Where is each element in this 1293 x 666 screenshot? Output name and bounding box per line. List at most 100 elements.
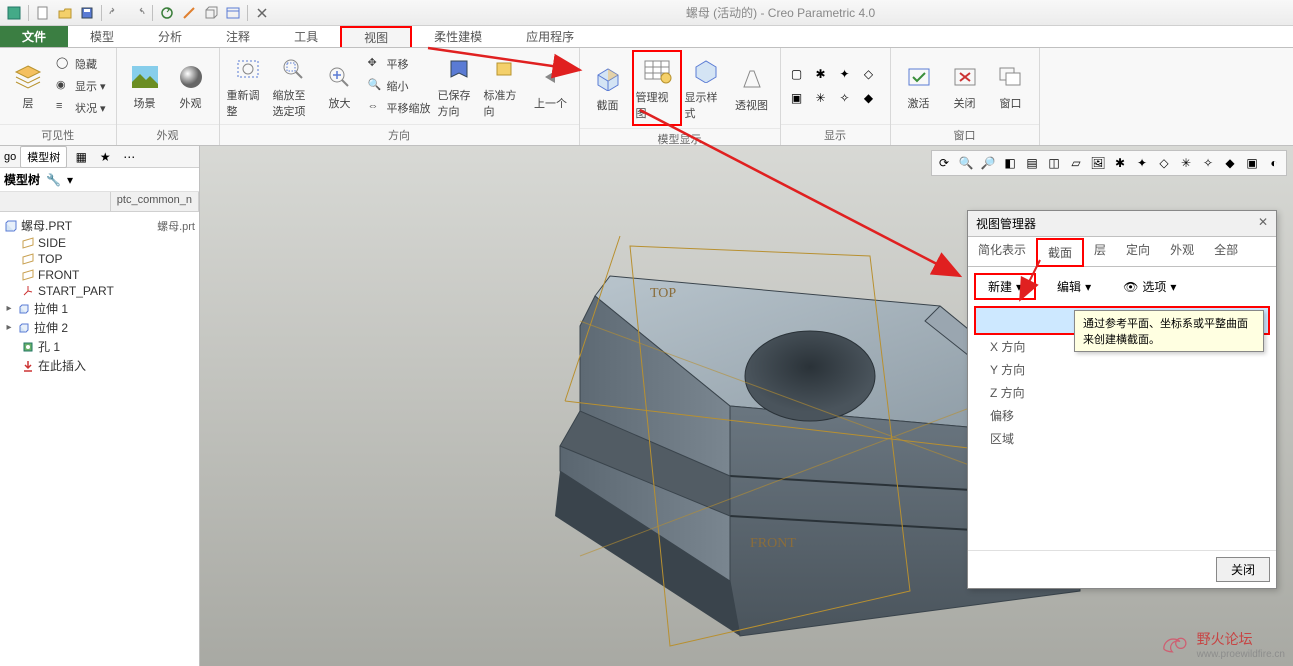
menu-z[interactable]: Z 方向 bbox=[978, 381, 1266, 404]
disp-icon-1[interactable]: ▢ bbox=[787, 64, 807, 84]
window-icon[interactable] bbox=[223, 3, 243, 23]
app-menu-icon[interactable] bbox=[4, 3, 24, 23]
disp-icon-5[interactable]: ▣ bbox=[787, 88, 807, 108]
disp-icon-3[interactable]: ✦ bbox=[835, 64, 855, 84]
layer-button[interactable]: 层 bbox=[6, 51, 50, 121]
disp-icon-8[interactable]: ◆ bbox=[859, 88, 879, 108]
tree-icon-2[interactable]: ★ bbox=[95, 147, 115, 167]
tree-node[interactable]: FRONT bbox=[2, 267, 197, 283]
menu-y[interactable]: Y 方向 bbox=[978, 358, 1266, 381]
vt-refit-icon[interactable]: ⟳ bbox=[934, 153, 954, 173]
undo-icon[interactable] bbox=[106, 3, 126, 23]
menu-offset[interactable]: 偏移 bbox=[978, 404, 1266, 427]
close-button[interactable]: 关闭 bbox=[943, 51, 987, 121]
saved-orient-button[interactable]: 已保存方向 bbox=[437, 51, 481, 121]
box-icon[interactable] bbox=[201, 3, 221, 23]
redo-icon[interactable] bbox=[128, 3, 148, 23]
sketch-icon[interactable] bbox=[179, 3, 199, 23]
shrink-button[interactable]: 🔍缩小 bbox=[364, 75, 435, 97]
std-orient-button[interactable]: 标准方向 bbox=[483, 51, 527, 121]
dialog-close-icon[interactable]: ✕ bbox=[1258, 215, 1268, 232]
pan-button[interactable]: ✥平移 bbox=[364, 53, 435, 75]
new-button[interactable]: 新建▾ bbox=[974, 273, 1036, 300]
scene-button[interactable]: 场景 bbox=[123, 51, 167, 121]
vt-d6-icon[interactable]: ◆ bbox=[1220, 153, 1240, 173]
tab-flexible[interactable]: 柔性建模 bbox=[412, 26, 504, 47]
vt-d7-icon[interactable]: ▣ bbox=[1242, 153, 1262, 173]
vt-d2-icon[interactable]: ✦ bbox=[1132, 153, 1152, 173]
tab-view[interactable]: 视图 bbox=[340, 26, 412, 47]
menu-region[interactable]: 区域 bbox=[978, 427, 1266, 450]
tree-icon-3[interactable]: ⋯ bbox=[119, 147, 139, 167]
new-icon[interactable] bbox=[33, 3, 53, 23]
vt-orient-icon[interactable]: ◧ bbox=[1000, 153, 1020, 173]
save-icon[interactable] bbox=[77, 3, 97, 23]
vt-d3-icon[interactable]: ◇ bbox=[1154, 153, 1174, 173]
vt-d4-icon[interactable]: ✳ bbox=[1176, 153, 1196, 173]
vt-saved-icon[interactable]: ▤ bbox=[1022, 153, 1042, 173]
hide-button[interactable]: ◯隐藏 bbox=[52, 53, 110, 75]
tab-application[interactable]: 应用程序 bbox=[504, 26, 596, 47]
vt-d1-icon[interactable]: ✱ bbox=[1110, 153, 1130, 173]
section-button[interactable]: 截面 bbox=[586, 53, 630, 123]
tab-annotate[interactable]: 注释 bbox=[204, 26, 272, 47]
disp-icon-4[interactable]: ◇ bbox=[859, 64, 879, 84]
dialog-close-button[interactable]: 关闭 bbox=[1216, 557, 1270, 582]
vt-d8-icon[interactable]: ◐ bbox=[1264, 153, 1284, 173]
close-window-icon[interactable] bbox=[252, 3, 272, 23]
tab-file[interactable]: 文件 bbox=[0, 26, 68, 47]
edit-button[interactable]: 编辑▾ bbox=[1046, 274, 1102, 299]
open-icon[interactable] bbox=[55, 3, 75, 23]
expander-icon[interactable]: ▸ bbox=[4, 303, 14, 314]
disp-icon-7[interactable]: ✧ bbox=[835, 88, 855, 108]
disp-icon-6[interactable]: ✳ bbox=[811, 88, 831, 108]
tree-node-root[interactable]: 螺母.PRT 螺母.prt bbox=[2, 216, 197, 235]
dtab-all[interactable]: 全部 bbox=[1204, 237, 1248, 266]
disp-icon-2[interactable]: ✱ bbox=[811, 64, 831, 84]
vt-zoom-in-icon[interactable]: 🔍 bbox=[956, 153, 976, 173]
zoom-in-button[interactable]: 放大 bbox=[318, 51, 362, 121]
tab-tools[interactable]: 工具 bbox=[272, 26, 340, 47]
tab-model[interactable]: 模型 bbox=[68, 26, 136, 47]
vt-zoom-out-icon[interactable]: 🔎 bbox=[978, 153, 998, 173]
filter-icon[interactable]: 🔧 bbox=[46, 173, 61, 187]
options-button[interactable]: 👁选项▾ bbox=[1112, 274, 1187, 299]
vt-d5-icon[interactable]: ✧ bbox=[1198, 153, 1218, 173]
vt-persp-icon[interactable]: ▱ bbox=[1066, 153, 1086, 173]
activate-button[interactable]: 激活 bbox=[897, 51, 941, 121]
tree-node[interactable]: SIDE bbox=[2, 235, 197, 251]
settings-icon[interactable]: ▾ bbox=[67, 173, 73, 187]
dtab-orient[interactable]: 定向 bbox=[1116, 237, 1160, 266]
zoom-sel-button[interactable]: 缩放至选定项 bbox=[272, 51, 316, 121]
manage-view-button[interactable]: 管理视图 bbox=[635, 53, 679, 123]
show-button[interactable]: ◉显示▾ bbox=[52, 75, 110, 97]
perspective-button[interactable]: 透视图 bbox=[730, 53, 774, 123]
tree-icon-1[interactable]: ▦ bbox=[71, 147, 91, 167]
status-button[interactable]: ≡状况▾ bbox=[52, 97, 110, 119]
tree-node[interactable]: ▸拉伸 2 bbox=[2, 318, 197, 337]
expander-icon[interactable]: ▸ bbox=[4, 322, 14, 333]
dtab-layer[interactable]: 层 bbox=[1084, 237, 1116, 266]
appearance-button[interactable]: 外观 bbox=[169, 51, 213, 121]
window-title: 螺母 (活动的) - Creo Parametric 4.0 bbox=[272, 4, 1289, 21]
refit-button[interactable]: 重新调整 bbox=[226, 51, 270, 121]
dialog-titlebar[interactable]: 视图管理器 ✕ bbox=[968, 211, 1276, 237]
tree-node[interactable]: ▸拉伸 1 bbox=[2, 299, 197, 318]
display-style-button[interactable]: 显示样式 bbox=[684, 53, 728, 123]
vt-style-icon[interactable]: ◫ bbox=[1044, 153, 1064, 173]
tree-node[interactable]: 孔 1 bbox=[2, 337, 197, 356]
dtab-simplified[interactable]: 简化表示 bbox=[968, 237, 1036, 266]
regen-icon[interactable] bbox=[157, 3, 177, 23]
pan-zoom-button[interactable]: ⇔平移缩放 bbox=[364, 97, 435, 119]
prev-orient-button[interactable]: 上一个 bbox=[529, 51, 573, 121]
dtab-section[interactable]: 截面 bbox=[1036, 238, 1084, 267]
dtab-appear[interactable]: 外观 bbox=[1160, 237, 1204, 266]
tree-body[interactable]: 螺母.PRT 螺母.prt SIDE TOP FRONT START_PART … bbox=[0, 212, 199, 666]
tree-node[interactable]: 在此插入 bbox=[2, 356, 197, 375]
tree-node[interactable]: START_PART bbox=[2, 283, 197, 299]
model-tree-tab[interactable]: 模型树 bbox=[20, 146, 67, 168]
tab-analysis[interactable]: 分析 bbox=[136, 26, 204, 47]
tree-node[interactable]: TOP bbox=[2, 251, 197, 267]
window-button[interactable]: 窗口 bbox=[989, 51, 1033, 121]
vt-img-icon[interactable]: 🖼 bbox=[1088, 153, 1108, 173]
